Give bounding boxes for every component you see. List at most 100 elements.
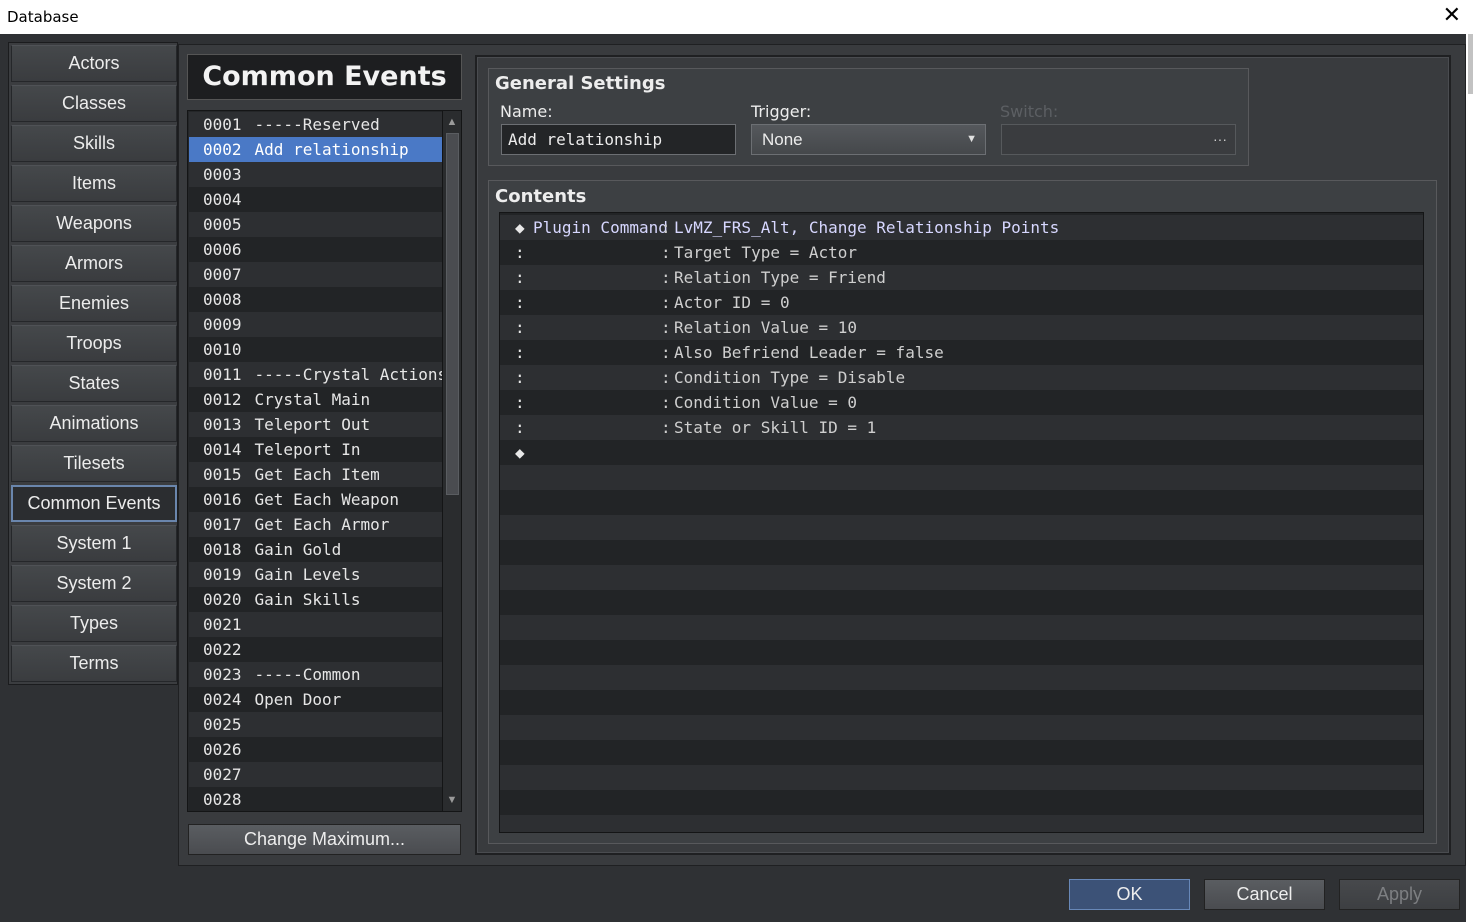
list-item[interactable]: 0025 <box>189 712 442 737</box>
list-title: Common Events <box>187 54 462 100</box>
list-item-id: 0018 <box>203 540 242 559</box>
tab-weapons[interactable]: Weapons <box>11 205 177 242</box>
tab-troops[interactable]: Troops <box>11 325 177 362</box>
command-row[interactable]: ◆ Plugin Command: LvMZ_FRS_Alt, Change Rel… <box>500 215 1423 240</box>
scroll-down-icon[interactable]: ▼ <box>443 791 461 809</box>
ok-button[interactable]: OK <box>1069 879 1190 910</box>
list-item[interactable]: 0027 <box>189 762 442 787</box>
list-item-name: -----Crystal Actions <box>254 365 448 384</box>
command-row[interactable]: :: Actor ID = 0 <box>500 290 1423 315</box>
list-item[interactable]: 0014 Teleport In <box>189 437 442 462</box>
command-param: Target Type = Actor <box>674 243 858 262</box>
command-row[interactable] <box>500 765 1423 790</box>
command-row[interactable] <box>500 665 1423 690</box>
list-item[interactable]: 0011 -----Crystal Actions <box>189 362 447 387</box>
tab-items[interactable]: Items <box>11 165 177 202</box>
list-item[interactable]: 0018 Gain Gold <box>189 537 442 562</box>
scrollbar-thumb[interactable] <box>446 133 459 495</box>
close-icon[interactable]: ✕ <box>1443 4 1461 26</box>
trigger-select[interactable]: None ▼ <box>751 124 986 155</box>
list-item-id: 0006 <box>203 240 242 259</box>
tab-animations[interactable]: Animations <box>11 405 177 442</box>
list-item-name: Get Each Armor <box>254 515 390 534</box>
command-row[interactable]: :: Condition Type = Disable <box>500 365 1423 390</box>
list-item[interactable]: 0028 <box>189 787 442 811</box>
tab-armors[interactable]: Armors <box>11 245 177 282</box>
command-bullet-icon: ◆ <box>515 218 525 237</box>
tab-enemies[interactable]: Enemies <box>11 285 177 322</box>
list-item-id: 0015 <box>203 465 242 484</box>
list-item[interactable]: 0024 Open Door <box>189 687 442 712</box>
tab-system-1[interactable]: System 1 <box>11 525 177 562</box>
command-row[interactable]: ◆ <box>500 440 1423 465</box>
tab-tilesets[interactable]: Tilesets <box>11 445 177 482</box>
change-maximum-button[interactable]: Change Maximum... <box>188 824 461 855</box>
scroll-up-icon[interactable]: ▲ <box>443 113 461 131</box>
switch-field: ··· <box>1001 124 1236 155</box>
tab-states[interactable]: States <box>11 365 177 402</box>
list-item[interactable]: 0022 <box>189 637 442 662</box>
command-row[interactable] <box>500 490 1423 515</box>
list-item[interactable]: 0015 Get Each Item <box>189 462 442 487</box>
command-row[interactable]: :: Target Type = Actor <box>500 240 1423 265</box>
command-row[interactable] <box>500 565 1423 590</box>
command-row[interactable] <box>500 640 1423 665</box>
outer-scrollbar-thumb[interactable] <box>1468 34 1473 94</box>
command-row[interactable]: :: State or Skill ID = 1 <box>500 415 1423 440</box>
list-item[interactable]: 0003 <box>189 162 442 187</box>
command-row[interactable] <box>500 540 1423 565</box>
command-row[interactable] <box>500 465 1423 490</box>
cancel-button[interactable]: Cancel <box>1204 879 1325 910</box>
list-item[interactable]: 0020 Gain Skills <box>189 587 442 612</box>
list-item[interactable]: 0012 Crystal Main <box>189 387 442 412</box>
command-row[interactable]: :: Relation Type = Friend <box>500 265 1423 290</box>
list-item[interactable]: 0023 -----Common <box>189 662 442 687</box>
list-item[interactable]: 0016 Get Each Weapon <box>189 487 442 512</box>
tab-classes[interactable]: Classes <box>11 85 177 122</box>
command-row[interactable] <box>500 815 1423 832</box>
command-row[interactable] <box>500 515 1423 540</box>
tab-terms[interactable]: Terms <box>11 645 177 682</box>
common-events-list: 0028 0027 0026 0025 0024 Open Door 0023 -----Co… <box>187 110 462 812</box>
command-row[interactable] <box>500 715 1423 740</box>
list-item-id: 0027 <box>203 765 242 784</box>
command-param: Relation Value = 10 <box>674 318 858 337</box>
list-item-id: 0013 <box>203 415 242 434</box>
name-field[interactable]: Add relationship <box>501 124 736 155</box>
list-item[interactable]: 0026 <box>189 737 442 762</box>
list-item-id: 0017 <box>203 515 242 534</box>
list-item[interactable]: 0006 <box>189 237 442 262</box>
tab-actors[interactable]: Actors <box>11 45 177 82</box>
list-item-id: 0012 <box>203 390 242 409</box>
list-item[interactable]: 0005 <box>189 212 442 237</box>
command-row[interactable] <box>500 615 1423 640</box>
list-item[interactable]: 0019 Gain Levels <box>189 562 442 587</box>
command-row[interactable]: :: Also Befriend Leader = false <box>500 340 1423 365</box>
list-item[interactable]: 0009 <box>189 312 442 337</box>
list-item[interactable]: 0001 -----Reserved <box>189 112 442 137</box>
command-row[interactable] <box>500 740 1423 765</box>
list-item[interactable]: 0021 <box>189 612 442 637</box>
list-item[interactable]: 0010 <box>189 337 442 362</box>
list-item-id: 0011 <box>203 365 242 384</box>
command-row[interactable]: :: Condition Value = 0 <box>500 390 1423 415</box>
command-row[interactable] <box>500 590 1423 615</box>
list-item[interactable]: 0007 <box>189 262 442 287</box>
list-item-id: 0014 <box>203 440 242 459</box>
tab-skills[interactable]: Skills <box>11 125 177 162</box>
list-item[interactable]: 0013 Teleport Out <box>189 412 442 437</box>
command-row[interactable] <box>500 690 1423 715</box>
tab-system-2[interactable]: System 2 <box>11 565 177 602</box>
list-scrollbar[interactable]: ▲ ▼ <box>442 111 461 811</box>
end-bullet-icon: ◆ <box>515 443 525 462</box>
list-item[interactable]: 0008 <box>189 287 442 312</box>
command-row[interactable]: :: Relation Value = 10 <box>500 315 1423 340</box>
list-item[interactable]: 0017 Get Each Armor <box>189 512 442 537</box>
tab-types[interactable]: Types <box>11 605 177 642</box>
command-row[interactable] <box>500 790 1423 815</box>
list-item[interactable]: 0004 <box>189 187 442 212</box>
event-command-list: ◆ Plugin Command: LvMZ_FRS_Alt, Change Rel… <box>499 212 1424 833</box>
tab-common-events[interactable]: Common Events <box>11 485 177 522</box>
list-item[interactable]: 0002 Add relationship <box>189 137 442 162</box>
trigger-label: Trigger: <box>751 102 812 121</box>
